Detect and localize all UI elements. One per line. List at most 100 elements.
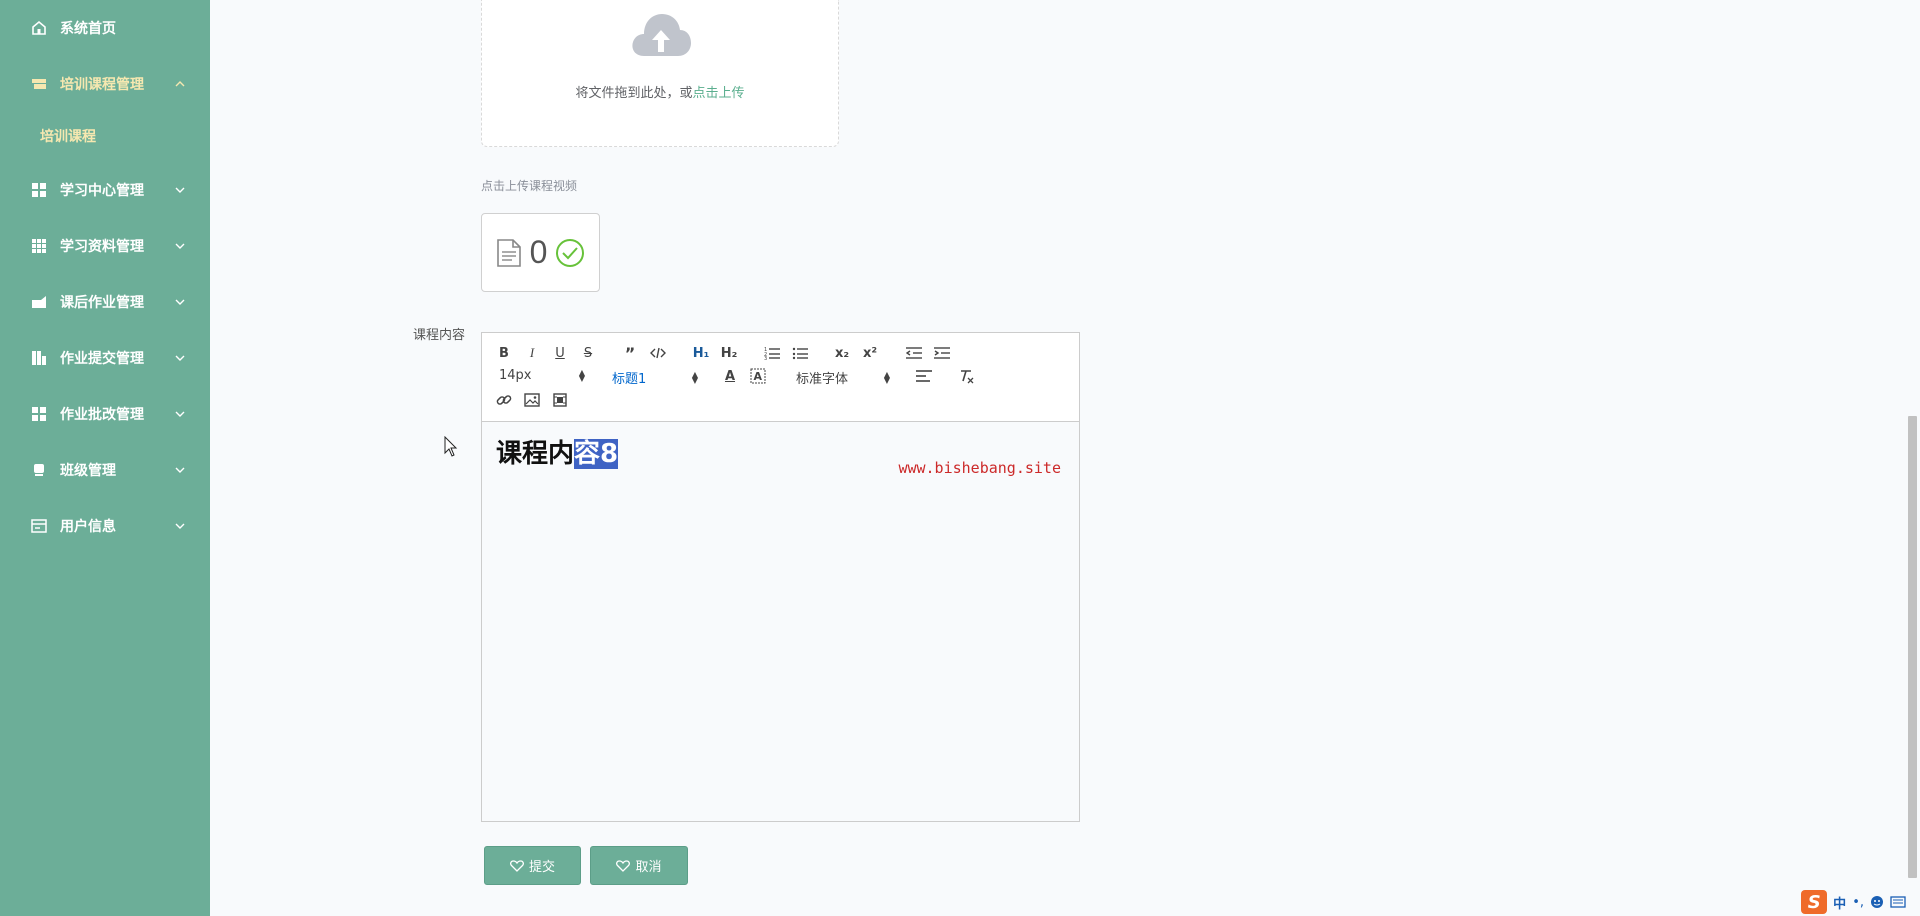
image-button[interactable] [522,390,542,410]
punctuation-icon: •, [1852,894,1864,910]
check-circle-icon [556,238,585,267]
uploaded-file-card[interactable]: 0 [481,213,600,292]
submit-label: 提交 [528,860,555,875]
grid-icon [30,181,48,199]
course-icon [30,75,48,93]
sidebar-item-label: 培训课程管理 [60,77,144,93]
cancel-button[interactable]: 取消 [590,846,688,885]
table-icon [30,237,48,255]
sidebar-item-label: 学习资料管理 [60,239,144,255]
bullet-list-button[interactable] [790,343,810,363]
outdent-icon [906,347,922,359]
chevron-down-icon [175,355,185,361]
code-icon [650,347,666,359]
cloud-upload-icon [632,14,691,56]
cancel-label: 取消 [635,860,662,875]
blockquote-button[interactable]: ” [620,343,640,363]
sogou-logo-icon: S [1801,890,1828,914]
submit-button[interactable]: 提交 [484,846,581,885]
upload-tip: 点击上传课程视频 [481,179,578,193]
watermark-text: www.bishebang.site [898,459,1061,477]
font-color-button[interactable]: A [720,366,740,386]
content-label: 课程内容 [413,328,466,343]
link-button[interactable] [494,390,514,410]
ordered-list-icon: 123 [764,347,780,360]
indent-icon [934,347,950,359]
sidebar: 系统首页 培训课程管理 培训课程 学习中心管理 学习资料管理 课后作业管理 作业… [0,0,210,916]
user-card-icon [30,517,48,535]
homework-icon [30,293,48,311]
indent-button[interactable] [932,343,952,363]
svg-text:A: A [754,370,763,383]
sidebar-item-label: 用户信息 [60,519,116,535]
sidebar-item-grading[interactable]: 作业批改管理 [0,394,210,434]
sidebar-item-learning-center[interactable]: 学习中心管理 [0,170,210,210]
chevron-down-icon [175,523,185,529]
subscript-button[interactable]: x₂ [832,343,852,363]
grid-icon [30,405,48,423]
chevron-down-icon [175,299,185,305]
chevron-up-icon [175,81,185,87]
sidebar-item-course-management[interactable]: 培训课程管理 [0,64,210,104]
sidebar-item-classes[interactable]: 班级管理 [0,450,210,490]
sidebar-item-label: 作业批改管理 [60,407,144,423]
editor-toolbar: B I U S ” H₁ H₂ 123 x₂ x² 14px ▲▼ 标题1 ▲ [482,333,1079,422]
code-block-button[interactable] [648,343,668,363]
chevron-down-icon [175,187,185,193]
link-icon [496,395,512,405]
rich-text-editor: B I U S ” H₁ H₂ 123 x₂ x² 14px ▲▼ 标题1 ▲ [481,332,1080,822]
upload-click-link[interactable]: 点击上传 [693,86,745,101]
outdent-button[interactable] [904,343,924,363]
sidebar-item-submissions[interactable]: 作业提交管理 [0,338,210,378]
vertical-scrollbar[interactable] [1900,0,1920,916]
bold-button[interactable]: B [494,343,514,363]
sidebar-item-label: 作业提交管理 [60,351,144,367]
chevron-down-icon [175,243,185,249]
scrollbar-thumb[interactable] [1908,416,1917,878]
chart-icon [30,349,48,367]
select-arrows-icon: ▲ ▼ [578,367,585,383]
font-size-select[interactable]: 14px ▲ ▼ [499,368,585,383]
header1-button[interactable]: H₁ [690,343,712,363]
emoji-icon [1871,896,1883,908]
sidebar-item-homework[interactable]: 课后作业管理 [0,282,210,322]
editor-content[interactable]: 课程内容8 [496,433,619,470]
chevron-down-icon [175,411,185,417]
sidebar-item-label: 班级管理 [60,463,116,479]
italic-button[interactable]: I [522,343,542,363]
ime-toolbar[interactable]: S 中 •, [1801,890,1906,914]
file-count: 0 [529,234,548,270]
sidebar-item-home[interactable]: 系统首页 [0,8,210,48]
sidebar-item-user-info[interactable]: 用户信息 [0,506,210,546]
superscript-button[interactable]: x² [860,343,880,363]
header2-button[interactable]: H₂ [718,343,740,363]
select-arrows-icon: ▲ ▼ [691,369,698,385]
font-family-select[interactable]: 标准字体 ▲ ▼ [796,368,890,387]
upload-instruction: 将文件拖到此处，或点击上传 [482,82,838,101]
image-icon [524,393,540,407]
header-select[interactable]: 标题1 ▲ ▼ [612,368,698,387]
underline-button[interactable]: U [550,343,570,363]
align-left-icon [916,370,932,382]
sidebar-subitem-courses[interactable]: 培训课程 [0,116,210,156]
background-color-button[interactable]: A [748,366,768,386]
upload-dropzone[interactable]: 将文件拖到此处，或点击上传 [481,0,839,147]
heart-icon [510,859,524,872]
header-value: 标题1 [612,372,647,387]
clear-format-button[interactable] [956,366,976,386]
video-button[interactable] [550,390,570,410]
mouse-cursor-icon [444,436,458,457]
content-selection: 容8 [574,439,619,469]
ordered-list-button[interactable]: 123 [762,343,782,363]
heart-icon [616,859,631,872]
align-button[interactable] [914,366,934,386]
select-arrows-icon: ▲ ▼ [883,369,890,385]
upload-drag-text: 将文件拖到此处，或 [575,86,693,101]
class-icon [30,461,48,479]
sidebar-item-materials[interactable]: 学习资料管理 [0,226,210,266]
strike-button[interactable]: S [578,343,598,363]
content-text: 课程内 [496,439,575,469]
font-size-value: 14px [499,368,532,383]
ime-lang: 中 [1833,896,1847,912]
keyboard-icon [1890,896,1906,908]
